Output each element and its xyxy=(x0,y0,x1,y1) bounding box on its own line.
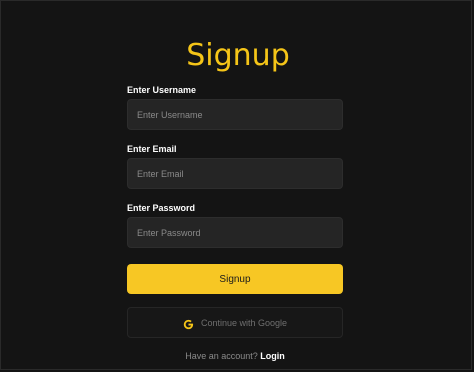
google-button-label: Continue with Google xyxy=(200,317,288,328)
continue-with-google-button[interactable]: Continue with Google xyxy=(127,307,343,338)
username-label: Enter Username xyxy=(127,85,197,95)
page-frame: Signup Enter Username Enter Email Enter … xyxy=(0,0,472,370)
google-g-icon xyxy=(183,317,194,330)
email-label: Enter Email xyxy=(127,144,177,154)
username-input[interactable] xyxy=(127,99,343,130)
username-field-group: Enter Username xyxy=(127,84,343,130)
password-input[interactable] xyxy=(127,217,343,248)
password-field-group: Enter Password xyxy=(127,202,343,248)
login-prompt: Have an account? Login xyxy=(127,351,343,361)
email-field-group: Enter Email xyxy=(127,143,343,189)
password-label: Enter Password xyxy=(127,203,196,213)
login-prompt-text: Have an account? xyxy=(185,351,258,361)
signup-button[interactable]: Signup xyxy=(127,264,343,294)
email-input[interactable] xyxy=(127,158,343,189)
login-link[interactable]: Login xyxy=(260,351,285,361)
signup-form: Enter Username Enter Email Enter Passwor… xyxy=(127,84,343,361)
page-title: Signup xyxy=(186,38,290,73)
